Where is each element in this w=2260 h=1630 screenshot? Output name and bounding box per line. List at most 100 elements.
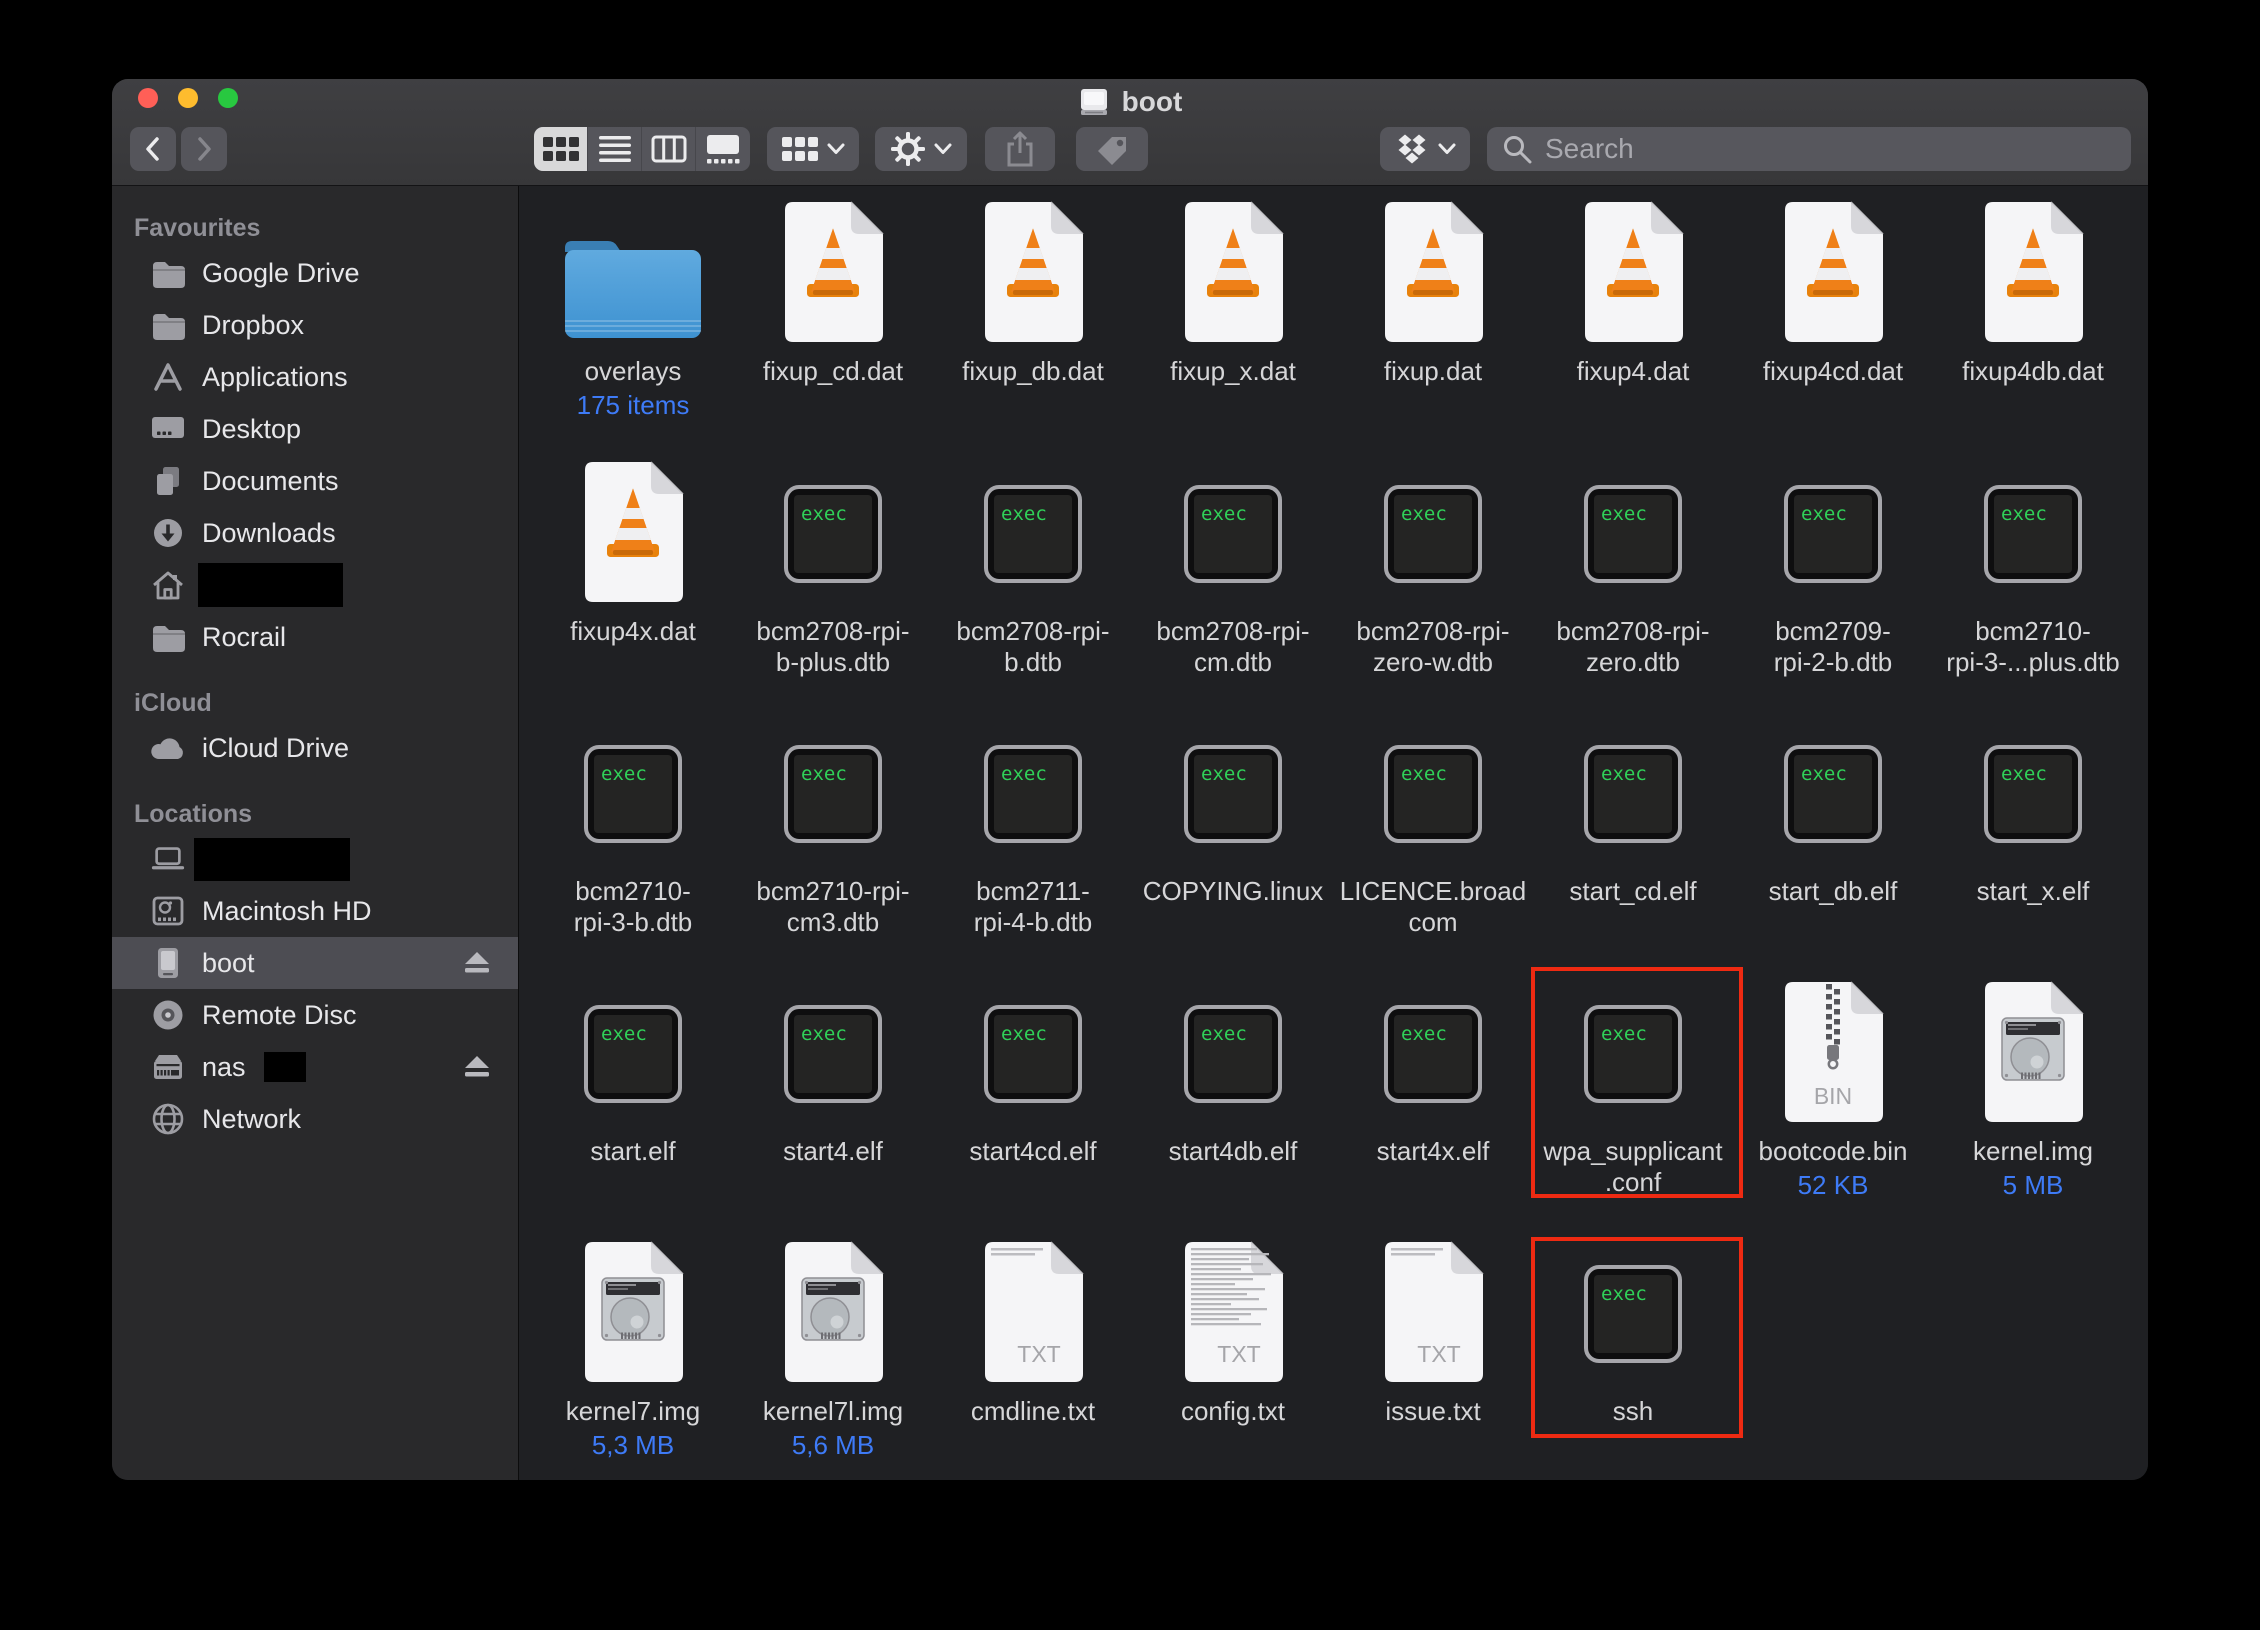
file-item-fixup-x.dat[interactable]: fixup_x.dat [1133,194,1333,454]
file-name: bcm2709-rpi-2-b.dtb [1735,616,1931,678]
file-meta: 175 items [577,390,690,420]
view-gallery-button[interactable] [696,127,750,171]
file-item-fixup-db.dat[interactable]: fixup_db.dat [933,194,1133,454]
file-item-kernel7.img[interactable]: kernel7.img5,3 MB [533,1234,733,1480]
file-name: config.txt [1135,1396,1331,1427]
share-button[interactable] [985,127,1055,171]
file-name: start4x.elf [1335,1136,1531,1167]
file-item-start.elf[interactable]: execstart.elf [533,974,733,1234]
sidebar-item-boot[interactable]: boot [112,937,518,989]
sidebar-item-rocrail[interactable]: Rocrail [112,611,518,663]
diskimg-file-icon [1933,974,2133,1132]
back-button[interactable] [130,127,176,171]
file-item-start4x.elf[interactable]: execstart4x.elf [1333,974,1533,1234]
file-item-bcm2708-rpi-cm.dtb[interactable]: execbcm2708-rpi-cm.dtb [1133,454,1333,714]
sidebar-item-documents[interactable]: Documents [112,455,518,507]
file-item-start4cd.elf[interactable]: execstart4cd.elf [933,974,1133,1234]
file-item-config.txt[interactable]: TXT config.txt [1133,1234,1333,1480]
eject-button[interactable] [462,950,492,976]
sidebar-item-redacted[interactable] [112,833,518,885]
file-item-bcm2708-rpi-b-plus.dtb[interactable]: execbcm2708-rpi-b-plus.dtb [733,454,933,714]
sidebar-item-redacted[interactable] [112,559,518,611]
file-name: cmdline.txt [935,1396,1131,1427]
file-item-bcm2710-rpi-cm3.dtb[interactable]: execbcm2710-rpi-cm3.dtb [733,714,933,974]
view-columns-button[interactable] [642,127,696,171]
svg-text:exec: exec [1601,503,1647,525]
file-item-overlays[interactable]: overlays175 items [533,194,733,454]
file-item-start4db.elf[interactable]: execstart4db.elf [1133,974,1333,1234]
file-item-licence.broadcom[interactable]: execLICENCE.broadcom [1333,714,1533,974]
sidebar-section-label: iCloud [134,689,518,718]
dropbox-menu-button[interactable] [1380,127,1470,171]
svg-text:exec: exec [1801,503,1847,525]
file-item-start-db.elf[interactable]: execstart_db.elf [1733,714,1933,974]
eject-button[interactable] [462,1054,492,1080]
file-name: bcm2710-rpi-cm3.dtb [735,876,931,938]
sidebar-item-desktop[interactable]: Desktop [112,403,518,455]
finder-window: boot FavouritesGoogle DriveDropboxApplic… [112,79,2148,1480]
file-item-fixup4cd.dat[interactable]: fixup4cd.dat [1733,194,1933,454]
sidebar-item-label: nas [202,1052,246,1083]
sidebar-item-label: Rocrail [202,622,286,653]
file-item-fixup.dat[interactable]: fixup.dat [1333,194,1533,454]
file-browser: overlays175 items fixup_cd.dat fixup_db.… [519,186,2148,1480]
file-item-copying.linux[interactable]: execCOPYING.linux [1133,714,1333,974]
file-item-start-cd.elf[interactable]: execstart_cd.elf [1533,714,1733,974]
file-name: fixup4cd.dat [1735,356,1931,387]
file-item-bootcode.bin[interactable]: BINbootcode.bin52 KB [1733,974,1933,1234]
redaction-box [264,1052,306,1082]
file-item-bcm2708-rpi-zero.dtb[interactable]: execbcm2708-rpi-zero.dtb [1533,454,1733,714]
file-item-bcm2710-rpi-3-b.dtb[interactable]: execbcm2710-rpi-3-b.dtb [533,714,733,974]
action-menu-button[interactable] [875,127,967,171]
forward-button[interactable] [181,127,227,171]
file-item-kernel7l.img[interactable]: kernel7l.img5,6 MB [733,1234,933,1480]
file-item-fixup4x.dat[interactable]: fixup4x.dat [533,454,733,714]
sidebar-item-downloads[interactable]: Downloads [112,507,518,559]
file-item-fixup4.dat[interactable]: fixup4.dat [1533,194,1733,454]
exec-file-icon: exec [1133,454,1333,612]
file-item-issue.txt[interactable]: TXTissue.txt [1333,1234,1533,1480]
sidebar-item-label: Remote Disc [202,1000,357,1031]
file-item-wpa-supplicant.conf[interactable]: execwpa_supplicant.conf [1533,974,1733,1234]
svg-text:TXT: TXT [1217,1341,1260,1367]
sidebar-item-macintosh-hd[interactable]: Macintosh HD [112,885,518,937]
file-item-kernel.img[interactable]: kernel.img5 MB [1933,974,2133,1234]
svg-text:BIN: BIN [1814,1083,1852,1109]
file-name: fixup4.dat [1535,356,1731,387]
sidebar-item-google-drive[interactable]: Google Drive [112,247,518,299]
file-item-bcm2710-rpi-3-...plus.dtb[interactable]: execbcm2710-rpi-3-...plus.dtb [1933,454,2133,714]
sidebar-item-nas[interactable]: nas [112,1041,518,1093]
file-item-start-x.elf[interactable]: execstart_x.elf [1933,714,2133,974]
file-meta: 5 MB [2003,1170,2064,1200]
file-item-bcm2711-rpi-4-b.dtb[interactable]: execbcm2711-rpi-4-b.dtb [933,714,1133,974]
file-item-start4.elf[interactable]: execstart4.elf [733,974,933,1234]
exec-file-icon: exec [1533,714,1733,872]
file-item-bcm2709-rpi-2-b.dtb[interactable]: exec bcm2709-rpi-2-b.dtb [1733,454,1933,714]
sidebar-item-dropbox[interactable]: Dropbox [112,299,518,351]
downloads-icon [150,517,186,549]
sidebar-item-icloud-drive[interactable]: iCloud Drive [112,722,518,774]
vlc-file-icon [733,194,933,352]
file-item-fixup-cd.dat[interactable]: fixup_cd.dat [733,194,933,454]
nas-icon [150,1051,186,1083]
file-name: start_db.elf [1735,876,1931,907]
file-item-ssh[interactable]: execssh [1533,1234,1733,1480]
view-list-button[interactable] [588,127,642,171]
tag-button[interactable] [1076,127,1148,171]
svg-text:exec: exec [1001,763,1047,785]
file-item-cmdline.txt[interactable]: TXT cmdline.txt [933,1234,1133,1480]
sidebar-item-applications[interactable]: Applications [112,351,518,403]
view-icons-button[interactable] [534,127,588,171]
file-item-bcm2708-rpi-b.dtb[interactable]: execbcm2708-rpi-b.dtb [933,454,1133,714]
search-input[interactable] [1543,132,2117,166]
file-grid: overlays175 items fixup_cd.dat fixup_db.… [533,194,2133,1480]
search-field[interactable] [1487,127,2131,171]
file-item-bcm2708-rpi-zero-w.dtb[interactable]: execbcm2708-rpi-zero-w.dtb [1333,454,1533,714]
file-name: fixup4db.dat [1935,356,2131,387]
svg-text:TXT: TXT [1017,1341,1060,1367]
file-item-fixup4db.dat[interactable]: fixup4db.dat [1933,194,2133,454]
group-by-button[interactable] [767,127,859,171]
sidebar-item-remote-disc[interactable]: Remote Disc [112,989,518,1041]
svg-text:exec: exec [2001,763,2047,785]
sidebar-item-network[interactable]: Network [112,1093,518,1145]
